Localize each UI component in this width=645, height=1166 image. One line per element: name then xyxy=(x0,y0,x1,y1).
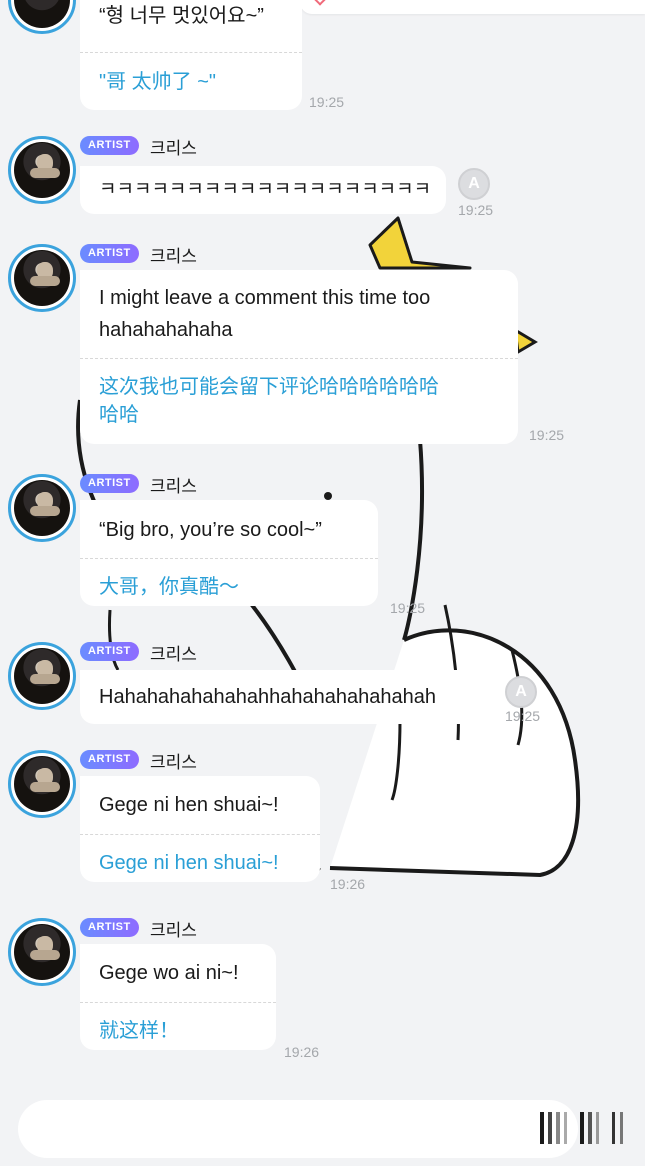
artist-badge: ARTIST xyxy=(80,244,139,263)
avatar-photo xyxy=(14,924,70,980)
avatar[interactable] xyxy=(8,918,76,986)
artist-badge: ARTIST xyxy=(80,750,139,769)
avatar-photo xyxy=(14,756,70,812)
message-time: 19:26 xyxy=(330,876,366,892)
sender-name: 크리스 xyxy=(150,247,197,266)
avatar-photo xyxy=(14,142,70,198)
message-translation-text: 就这样！ xyxy=(99,1020,179,1042)
message-bubble[interactable]: Gege ni hen shuai~! Gege ni hen shuai~! xyxy=(80,776,320,882)
previous-message-edge xyxy=(300,0,645,14)
message-time: 19:25 xyxy=(529,427,565,443)
translation-divider xyxy=(80,52,302,53)
message-time: 19:25 xyxy=(458,202,494,218)
artist-badge: ARTIST xyxy=(80,918,139,937)
message-time: 19:25 xyxy=(390,600,426,616)
message-translation-text: Gege ni hen shuai~! xyxy=(99,852,279,874)
message-original-text: “형 너무 멋있어요~” xyxy=(99,5,264,27)
message-input-bar xyxy=(0,1088,645,1166)
translate-a-icon[interactable]: A xyxy=(505,676,537,708)
message-bubble[interactable]: I might leave a comment this time too ha… xyxy=(80,270,518,444)
message-translation-text: 这次我也可能会留下评论哈哈哈哈哈哈 xyxy=(99,376,439,398)
translate-a-icon[interactable]: A xyxy=(458,168,490,200)
message-input[interactable] xyxy=(18,1100,578,1158)
message-bubble[interactable]: Gege wo ai ni~! 就这样！ xyxy=(80,944,276,1050)
translation-divider xyxy=(80,834,320,835)
translation-divider xyxy=(80,358,518,359)
message-original-text: Gege ni hen shuai~! xyxy=(99,794,279,816)
artist-badge: ARTIST xyxy=(80,474,139,493)
sender-name: 크리스 xyxy=(150,753,197,772)
message-translation-text: 大哥，你真酷～ xyxy=(99,576,239,598)
message-original-text: I might leave a comment this time too xyxy=(99,287,431,309)
sender-name: 크리스 xyxy=(150,139,197,158)
avatar-photo xyxy=(14,0,70,28)
avatar[interactable] xyxy=(8,474,76,542)
avatar-photo xyxy=(14,250,70,306)
artist-badge: ARTIST xyxy=(80,642,139,661)
message-original-text: ㅋㅋㅋㅋㅋㅋㅋㅋㅋㅋㅋㅋㅋㅋㅋㅋㅋㅋㅋ xyxy=(99,179,432,200)
avatar[interactable] xyxy=(8,136,76,204)
message-bubble[interactable]: ㅋㅋㅋㅋㅋㅋㅋㅋㅋㅋㅋㅋㅋㅋㅋㅋㅋㅋㅋ xyxy=(80,166,446,214)
avatar-photo xyxy=(14,480,70,536)
message-original-text: hahahahahaha xyxy=(99,319,233,341)
message-time: 19:25 xyxy=(309,94,345,110)
sender-name: 크리스 xyxy=(150,477,197,496)
chevron-icon xyxy=(314,0,326,6)
avatar[interactable] xyxy=(8,750,76,818)
avatar[interactable] xyxy=(8,0,76,34)
avatar[interactable] xyxy=(8,642,76,710)
message-bubble[interactable]: “Big bro, you’re so cool~” 大哥，你真酷～ xyxy=(80,500,378,606)
sender-name: 크리스 xyxy=(150,921,197,940)
message-original-text: “Big bro, you’re so cool~” xyxy=(99,519,322,541)
message-translation-text: 哈哈 xyxy=(99,404,139,426)
message-bubble[interactable]: “형 너무 멋있어요~” "哥 太帅了 ~" xyxy=(80,0,302,110)
avatar[interactable] xyxy=(8,244,76,312)
message-time: 19:26 xyxy=(284,1044,320,1060)
message-translation-text: "哥 太帅了 ~" xyxy=(99,71,216,93)
avatar-photo xyxy=(14,648,70,704)
message-original-text: Gege wo ai ni~! xyxy=(99,962,239,984)
translation-divider xyxy=(80,1002,276,1003)
translation-divider xyxy=(80,558,378,559)
message-time: 19:25 xyxy=(505,708,541,724)
message-original-text: Hahahahahahahahhahahahahahahah xyxy=(99,686,437,708)
send-bars-icon[interactable] xyxy=(540,1110,632,1146)
message-bubble[interactable]: Hahahahahahahahhahahahahahahah xyxy=(80,670,496,724)
artist-badge: ARTIST xyxy=(80,136,139,155)
sender-name: 크리스 xyxy=(150,645,197,664)
